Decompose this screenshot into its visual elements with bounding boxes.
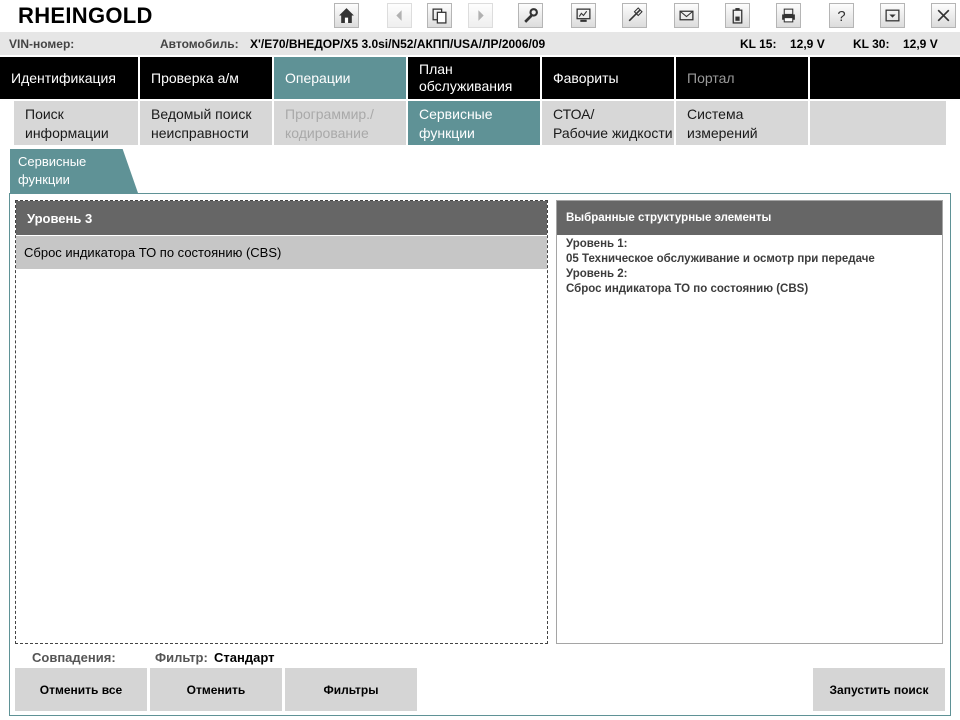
- back-button[interactable]: [387, 3, 412, 28]
- tab-identification[interactable]: Идентификация: [0, 57, 140, 99]
- kl30-value: 12,9 V: [903, 37, 938, 51]
- diagnostic-chart-button[interactable]: [571, 3, 596, 28]
- connection-button[interactable]: [622, 3, 647, 28]
- subtab-info-search[interactable]: Поиск информации: [14, 101, 140, 145]
- selected-line: Уровень 1:: [566, 238, 628, 250]
- tab-service-plan[interactable]: План обслуживания: [408, 57, 542, 99]
- minimize-button[interactable]: [880, 3, 905, 28]
- home-button[interactable]: [334, 3, 359, 28]
- matches-label: Совпадения:: [32, 650, 116, 665]
- level3-header: Уровень 3: [16, 201, 547, 235]
- wrench-icon: [524, 8, 538, 23]
- car-label: Автомобиль:: [160, 37, 239, 51]
- cancel-button[interactable]: Отменить: [150, 668, 282, 711]
- mail-button[interactable]: [674, 3, 699, 28]
- svg-text:?: ?: [837, 9, 845, 24]
- close-button[interactable]: [931, 3, 956, 28]
- main-navigation: Идентификация Проверка а/м Операции План…: [0, 57, 960, 99]
- clipboard-copy-icon: [432, 8, 447, 24]
- level3-panel: Уровень 3 Сброс индикатора ТО по состоян…: [15, 200, 548, 644]
- subtab-empty: [810, 101, 946, 145]
- app-logo: RHEINGOLD: [18, 3, 153, 28]
- subtab-guided-troubleshooting[interactable]: Ведомый поиск неисправности: [140, 101, 274, 145]
- filter-label: Фильтр:: [155, 650, 208, 665]
- selected-line: 05 Техническое обслуживание и осмотр при…: [566, 253, 875, 265]
- connection-plug-icon: [628, 7, 643, 22]
- section-tab-service-functions: Сервисные функции: [10, 149, 138, 193]
- start-search-button[interactable]: Запустить поиск: [813, 668, 945, 711]
- forward-icon: [478, 10, 484, 21]
- car-value: X'/E70/ВНЕДОР/X5 3.0si/N52/АКПП/USA/ЛР/2…: [250, 37, 546, 51]
- vehicle-info-bar: VIN-номер: Автомобиль: X'/E70/ВНЕДОР/X5 …: [0, 32, 960, 55]
- clipboard-copy-button[interactable]: [427, 3, 452, 28]
- tab-operations[interactable]: Операции: [274, 57, 408, 99]
- selected-elements-header: Выбранные структурные элементы: [557, 201, 942, 235]
- subtab-programming-coding[interactable]: Программир./кодирование: [274, 101, 408, 145]
- vin-label: VIN-номер:: [9, 37, 75, 51]
- sub-navigation: Поиск информации Ведомый поиск неисправнос…: [0, 101, 960, 145]
- kl30-label: KL 30:: [853, 37, 890, 51]
- battery-icon: [732, 8, 743, 24]
- kl15-value: 12,9 V: [790, 37, 825, 51]
- kl15-label: KL 15:: [740, 37, 777, 51]
- selected-line: Уровень 2:: [566, 268, 628, 280]
- wrench-button[interactable]: [518, 3, 543, 28]
- title-bar: RHEINGOLD ?: [0, 0, 960, 32]
- printer-icon: [782, 8, 795, 23]
- filters-button[interactable]: Фильтры: [285, 668, 417, 711]
- help-icon: ?: [837, 9, 845, 24]
- forward-button[interactable]: [468, 3, 493, 28]
- tab-portal[interactable]: Портал: [676, 57, 810, 99]
- print-button[interactable]: [776, 3, 801, 28]
- battery-button[interactable]: [725, 3, 750, 28]
- mail-icon: [679, 10, 694, 21]
- cancel-all-button[interactable]: Отменить все: [15, 668, 147, 711]
- back-icon: [396, 10, 402, 21]
- home-icon: [339, 8, 354, 23]
- subtab-service-functions[interactable]: Сервисные функции: [408, 101, 542, 145]
- close-icon: [937, 9, 950, 22]
- subtab-workshop-fluids[interactable]: СТОА/Рабочие жидкости: [542, 101, 676, 145]
- diagnostic-chart-icon: [576, 8, 591, 22]
- selected-line: Сброс индикатора ТО по состоянию (CBS): [566, 283, 809, 295]
- help-button[interactable]: ?: [829, 3, 854, 28]
- subtab-measuring-system[interactable]: Система измерений: [676, 101, 810, 145]
- selected-elements-panel: Выбранные структурные элементы Уровень 1…: [556, 200, 943, 644]
- filter-value: Стандарт: [214, 650, 275, 665]
- list-item[interactable]: Сброс индикатора ТО по состоянию (CBS): [16, 236, 547, 269]
- tab-vehicle-test[interactable]: Проверка а/м: [140, 57, 274, 99]
- minimize-icon: [885, 9, 900, 22]
- tab-favorites[interactable]: Фавориты: [542, 57, 676, 99]
